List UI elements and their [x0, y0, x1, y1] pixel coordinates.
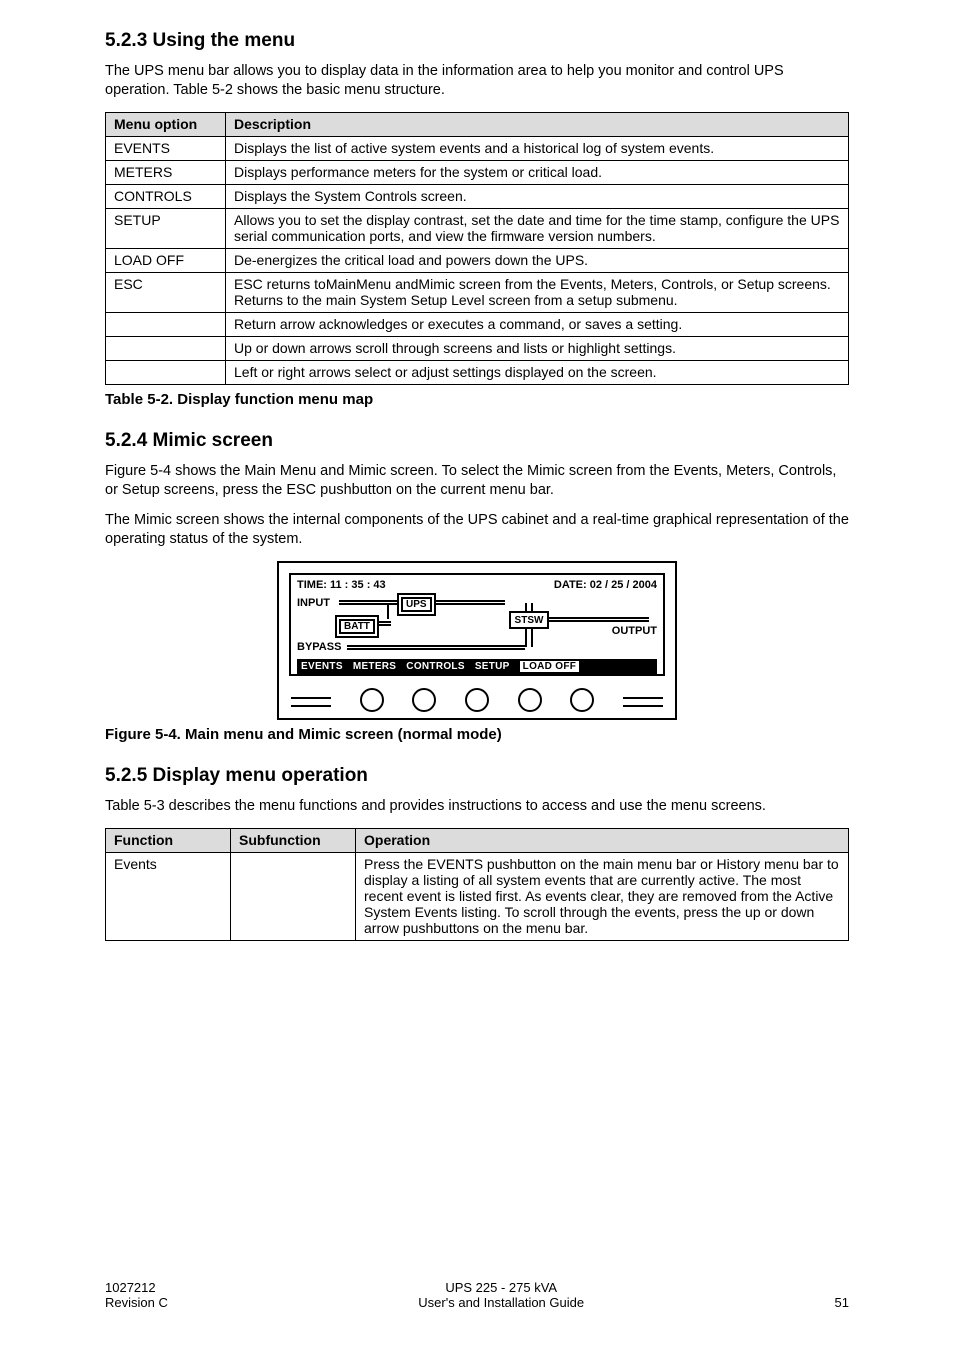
panel-button-1: [360, 688, 384, 712]
mimic-output-label: OUTPUT: [612, 625, 657, 637]
mimic-menu-bar: EVENTS METERS CONTROLS SETUP LOAD OFF: [297, 659, 657, 674]
panel-button-5: [570, 688, 594, 712]
footer-center: UPS 225 - 275 kVA User's and Installatio…: [418, 1280, 584, 1310]
panel-ridge-left: [291, 697, 331, 703]
section-525-paragraph: Table 5-3 describes the menu functions a…: [105, 797, 849, 816]
mimic-stsw-box: STSW: [509, 611, 549, 629]
figure-5-4-caption: Figure 5-4. Main menu and Mimic screen (…: [105, 726, 849, 743]
footer-page-number: 51: [835, 1295, 849, 1310]
table-header: Menu option: [106, 112, 226, 136]
cell: [106, 360, 226, 384]
table-header: Operation: [356, 828, 849, 852]
panel-button-3: [465, 688, 489, 712]
cell: Displays the System Controls screen.: [226, 184, 849, 208]
cell: SETUP: [106, 208, 226, 248]
table-row: SETUPAllows you to set the display contr…: [106, 208, 849, 248]
panel-button-2: [412, 688, 436, 712]
table-5-2-caption: Table 5-2. Display function menu map: [105, 391, 849, 408]
footer-left: 1027212 Revision C: [105, 1280, 168, 1310]
cell: De-energizes the critical load and power…: [226, 248, 849, 272]
cell: [231, 852, 356, 940]
mimic-bypass-label: BYPASS: [297, 641, 341, 653]
table-row: LOAD OFFDe-energizes the critical load a…: [106, 248, 849, 272]
table-5-3: Function Subfunction Operation Events Pr…: [105, 828, 849, 941]
page-footer: 1027212 Revision C UPS 225 - 275 kVA Use…: [105, 1240, 849, 1350]
panel-ridge-right: [623, 697, 663, 703]
panel-button-4: [518, 688, 542, 712]
table-row: ESCESC returns toMainMenu andMimic scree…: [106, 272, 849, 312]
table-row: Left or right arrows select or adjust se…: [106, 360, 849, 384]
table-5-2: Menu option Description EVENTSDisplays t…: [105, 112, 849, 385]
footer-title-1: UPS 225 - 275 kVA: [418, 1280, 584, 1295]
cell: EVENTS: [106, 136, 226, 160]
mimic-menu-meters: METERS: [353, 661, 396, 672]
table-row: Events Press the EVENTS pushbutton on th…: [106, 852, 849, 940]
mimic-menu-controls: CONTROLS: [406, 661, 465, 672]
mimic-ups-box: UPS: [401, 597, 432, 612]
cell: [106, 336, 226, 360]
table-row: EVENTSDisplays the list of active system…: [106, 136, 849, 160]
mimic-menu-events: EVENTS: [301, 661, 343, 672]
section-524-paragraph-1: Figure 5-4 shows the Main Menu and Mimic…: [105, 462, 849, 500]
footer-revision: Revision C: [105, 1295, 168, 1310]
cell: Events: [106, 852, 231, 940]
table-header: Subfunction: [231, 828, 356, 852]
cell: Displays performance meters for the syst…: [226, 160, 849, 184]
cell: Left or right arrows select or adjust se…: [226, 360, 849, 384]
cell: METERS: [106, 160, 226, 184]
cell: Press the EVENTS pushbutton on the main …: [356, 852, 849, 940]
cell: ESC returns toMainMenu andMimic screen f…: [226, 272, 849, 312]
mimic-screen-figure: TIME: 11 : 35 : 43 DATE: 02 / 25 / 2004 …: [105, 561, 849, 720]
mimic-menu-load-off: LOAD OFF: [520, 661, 580, 672]
cell: LOAD OFF: [106, 248, 226, 272]
cell: Return arrow acknowledges or executes a …: [226, 312, 849, 336]
cell: Allows you to set the display contrast, …: [226, 208, 849, 248]
table-row: METERSDisplays performance meters for th…: [106, 160, 849, 184]
section-heading-523: 5.2.3 Using the menu: [105, 30, 849, 52]
cell: ESC: [106, 272, 226, 312]
mimic-menu-setup: SETUP: [475, 661, 510, 672]
mimic-time: TIME: 11 : 35 : 43: [297, 579, 386, 591]
mimic-date: DATE: 02 / 25 / 2004: [554, 579, 657, 591]
section-524-paragraph-2: The Mimic screen shows the internal comp…: [105, 511, 849, 549]
section-heading-524: 5.2.4 Mimic screen: [105, 430, 849, 452]
table-row: CONTROLSDisplays the System Controls scr…: [106, 184, 849, 208]
cell: Displays the list of active system event…: [226, 136, 849, 160]
mimic-input-label: INPUT: [297, 597, 330, 609]
mimic-batt-box: BATT: [339, 619, 375, 634]
cell: [106, 312, 226, 336]
footer-title-2: User's and Installation Guide: [418, 1295, 584, 1310]
table-row: Return arrow acknowledges or executes a …: [106, 312, 849, 336]
table-header: Description: [226, 112, 849, 136]
table-header: Function: [106, 828, 231, 852]
cell: CONTROLS: [106, 184, 226, 208]
section-523-paragraph: The UPS menu bar allows you to display d…: [105, 62, 849, 100]
table-row: Up or down arrows scroll through screens…: [106, 336, 849, 360]
footer-docnum: 1027212: [105, 1280, 168, 1295]
cell: Up or down arrows scroll through screens…: [226, 336, 849, 360]
section-heading-525: 5.2.5 Display menu operation: [105, 765, 849, 787]
